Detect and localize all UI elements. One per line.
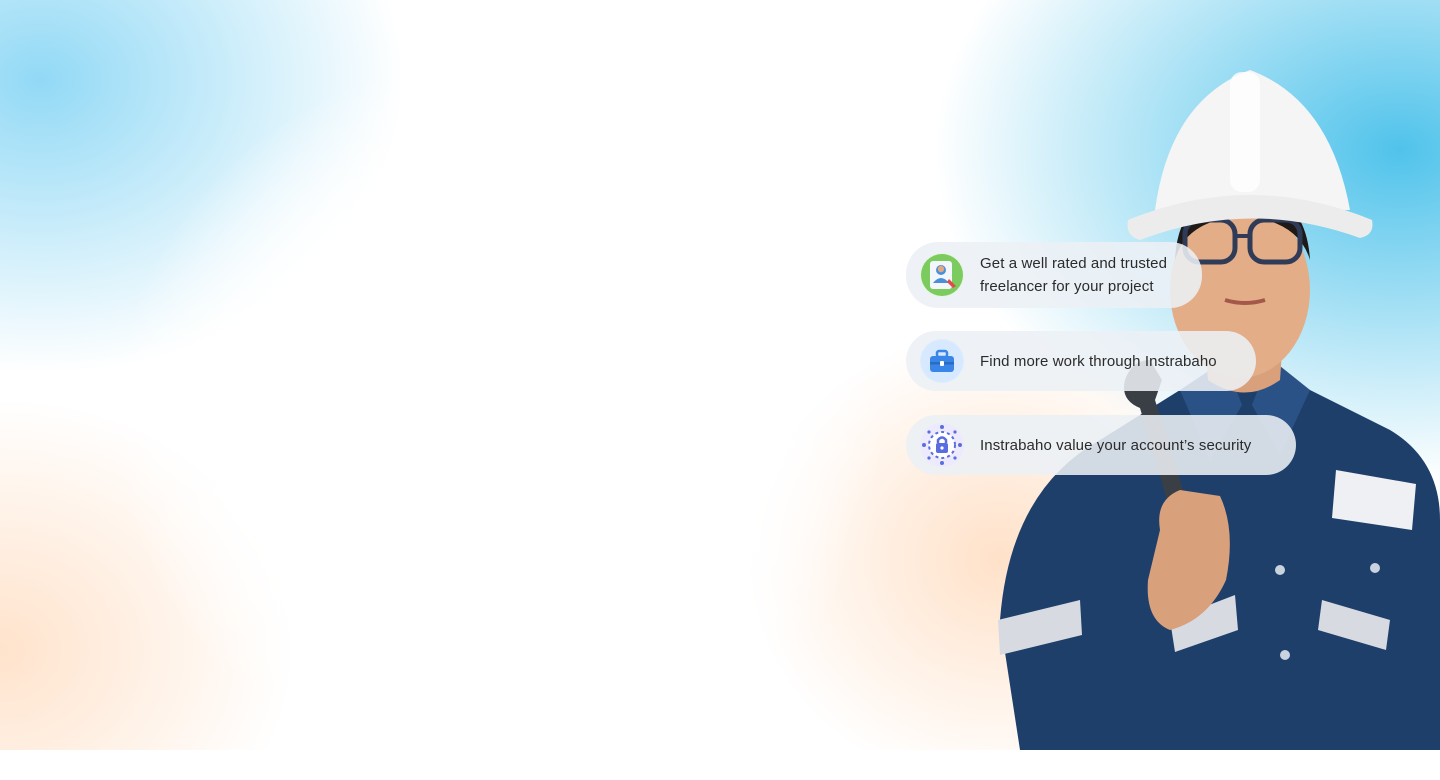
feature-text: Get a well rated and trusted freelancer … [980, 255, 1168, 295]
briefcase-icon [920, 339, 964, 383]
feature-list: Get a well rated and trusted freelancer … [906, 242, 1326, 482]
hero-background-fade [120, 60, 880, 780]
feature-item-find-work: Find more work through Instrabaho [906, 331, 1256, 391]
feature-text: Find more work through Instrabaho [980, 352, 1217, 370]
feature-text: Instrabaho value your account’s security [980, 436, 1252, 454]
feature-item-account-security: Instrabaho value your account’s security [906, 415, 1296, 475]
feature-item-trusted-freelancer: Get a well rated and trusted freelancer … [906, 242, 1202, 308]
security-lock-icon [920, 423, 964, 467]
freelancer-profile-icon [920, 253, 964, 297]
